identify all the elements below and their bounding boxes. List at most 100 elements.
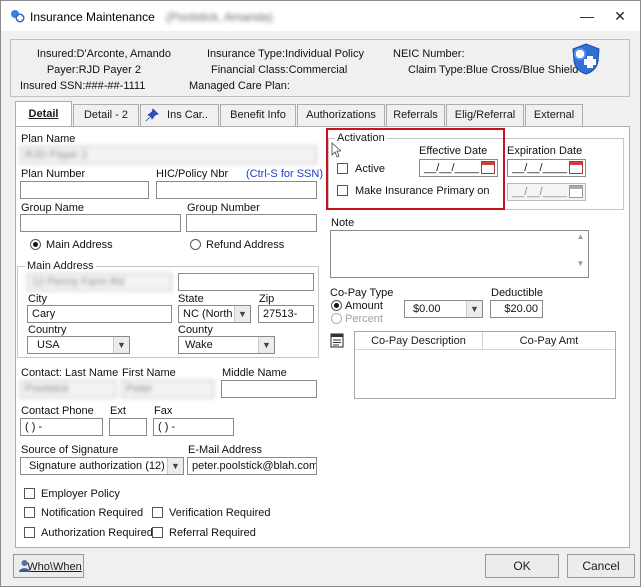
copay-amount-column[interactable]: Co-Pay Amt [483,335,615,347]
insurance-type-label: Insurance Type:Individual Policy [207,48,364,60]
plan-name-field[interactable]: RJD Payer 2 [20,146,317,164]
financial-class-label: Financial Class:Commercial [211,64,348,76]
calendar-icon[interactable] [569,161,583,174]
contact-last-name-field[interactable]: Poolstick [20,380,116,398]
refund-address-radio-label: Refund Address [206,239,285,251]
tab-authorizations[interactable]: Authorizations [297,104,385,126]
copay-amount-select[interactable]: $0.00 ▼ [404,300,483,318]
document-list-icon[interactable] [330,333,344,348]
address-line2-field[interactable] [178,273,314,291]
ok-button[interactable]: OK [485,554,559,578]
plan-number-label: Plan Number [21,168,86,180]
payer-label: Payer:RJD Payer 2 [46,64,141,76]
hic-policy-label: HIC/Policy Nbr [156,168,229,180]
minimize-button[interactable]: — [576,5,598,27]
pin-icon [145,108,159,122]
authorization-required-checkbox[interactable] [24,527,35,538]
chevron-down-icon[interactable]: ▼ [234,306,250,322]
deductible-field[interactable]: $20.00 [490,300,543,318]
tab-ins-carrier[interactable]: Ins Car.. [140,104,219,126]
insurance-maintenance-window: Insurance Maintenance (Poolstick, Amanda… [0,0,641,587]
copay-amount-radio[interactable] [331,300,342,311]
first-name-label: First Name [122,367,176,379]
who-when-button[interactable]: Who\When [13,554,84,578]
state-select[interactable]: NC (North ▼ [178,305,251,323]
note-scrollbar[interactable]: ▲ ▼ [574,232,587,268]
country-select[interactable]: USA ▼ [27,336,130,354]
main-address-radio[interactable] [30,239,41,250]
scroll-down-icon[interactable]: ▼ [574,259,587,268]
hic-policy-field[interactable] [156,181,317,199]
copay-percent-radio[interactable] [331,313,342,324]
tab-strip: Detail Detail - 2 Ins Car.. Benefit Info… [15,101,630,128]
calendar-icon[interactable] [569,185,583,198]
close-button[interactable]: ✕ [609,5,631,27]
ext-label: Ext [110,405,126,417]
contact-phone-field[interactable]: ( ) - [20,418,103,436]
neic-number-label: NEIC Number: [393,48,465,60]
deductible-label: Deductible [491,287,543,299]
city-label: City [28,293,47,305]
city-field[interactable]: Cary [27,305,172,323]
scroll-up-icon[interactable]: ▲ [574,232,587,241]
state-label: State [178,293,204,305]
tab-elig-referral[interactable]: Elig/Referral [446,104,524,126]
fax-field[interactable]: ( ) - [153,418,234,436]
address-group-title: Main Address [25,260,96,272]
county-select-value: Wake [185,339,213,351]
address-line1-field[interactable]: 12 Penny Farm Rd [27,273,172,291]
ext-field[interactable] [109,418,147,436]
activation-highlight-box [326,128,505,210]
plan-number-field[interactable] [20,181,149,199]
copay-grid[interactable]: Co-Pay Description Co-Pay Amt [354,331,616,399]
copay-description-column[interactable]: Co-Pay Description [355,335,482,347]
verification-required-label: Verification Required [169,507,271,519]
employer-policy-checkbox[interactable] [24,488,35,499]
note-field[interactable]: ▲ ▼ [330,230,589,278]
group-name-field[interactable] [20,214,181,232]
first-name-field[interactable]: Peter [121,380,214,398]
tab-external[interactable]: External [525,104,583,126]
expiration-date-value: __/__/____ [512,162,568,174]
referral-required-checkbox[interactable] [152,527,163,538]
window-title-patient: (Poolstick, Amanda) [166,10,273,24]
note-label: Note [331,217,355,229]
tab-referrals[interactable]: Referrals [386,104,445,126]
zip-field[interactable]: 27513- [258,305,314,323]
chevron-down-icon[interactable]: ▼ [466,301,482,317]
ctrl-s-ssn-hint: (Ctrl-S for SSN) [246,168,323,180]
managed-care-label: Managed Care Plan: [189,80,290,92]
chevron-down-icon[interactable]: ▼ [113,337,129,353]
chevron-down-icon[interactable]: ▼ [167,458,183,474]
email-address-field[interactable]: peter.poolstick@blah.com [187,457,317,475]
shield-plus-icon [572,43,600,75]
verification-required-checkbox[interactable] [152,507,163,518]
copay-amount-value: $0.00 [413,303,441,315]
user-icon [19,560,30,572]
plan-name-label: Plan Name [21,133,76,145]
source-of-signature-value: Signature authorization (12) [29,460,165,472]
source-of-signature-select[interactable]: Signature authorization (12) ▼ [20,457,184,475]
notification-required-label: Notification Required [41,507,144,519]
title-bar[interactable]: Insurance Maintenance (Poolstick, Amanda… [1,1,640,31]
group-number-field[interactable] [186,214,317,232]
tab-detail[interactable]: Detail [15,101,72,128]
country-label: Country [28,324,67,336]
contact-last-name-label: Contact: Last Name [21,367,119,379]
insured-label: Insured:D'Arconte, Amando [36,48,171,60]
chevron-down-icon[interactable]: ▼ [258,337,274,353]
county-label: County [178,324,213,336]
insurance-info-panel: Insured:D'Arconte, Amando Payer:RJD Paye… [10,39,630,97]
notification-required-checkbox[interactable] [24,507,35,518]
county-select[interactable]: Wake ▼ [178,336,275,354]
main-address-radio-label: Main Address [46,239,113,251]
middle-name-field[interactable] [221,380,317,398]
app-icon [11,10,25,23]
refund-address-radio[interactable] [190,239,201,250]
cancel-button[interactable]: Cancel [567,554,635,578]
tab-benefit-info[interactable]: Benefit Info [220,104,296,126]
group-number-label: Group Number [187,202,260,214]
tab-detail-2[interactable]: Detail - 2 [73,104,139,126]
zip-label: Zip [259,293,275,305]
authorization-required-label: Authorization Required [41,527,153,539]
